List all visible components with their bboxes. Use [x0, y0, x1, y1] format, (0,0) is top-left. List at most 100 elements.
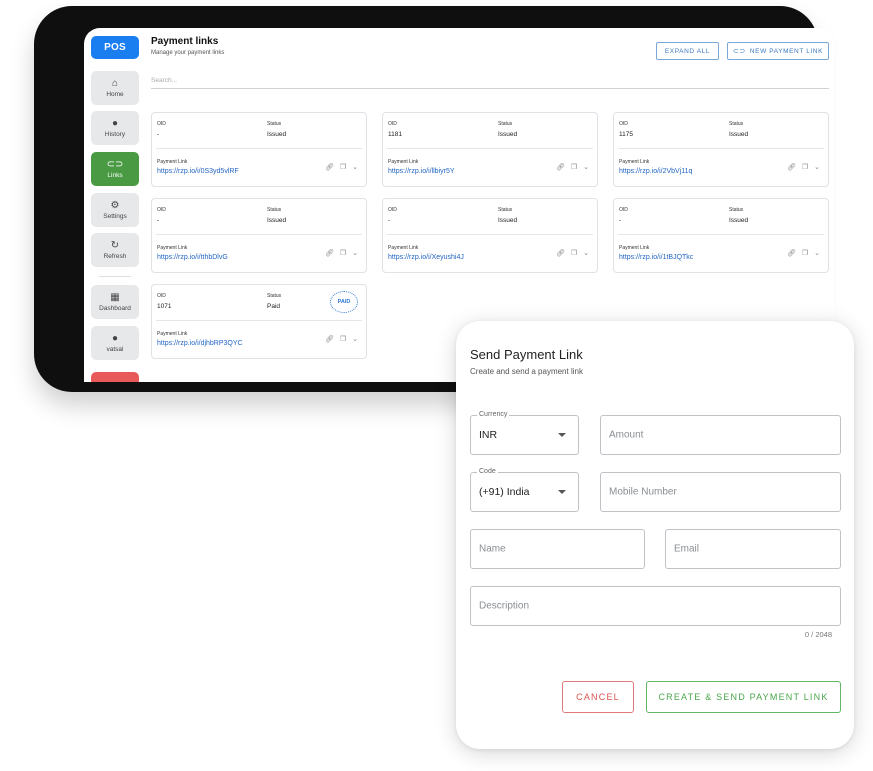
link-icon[interactable]: 🔗︎ [787, 163, 796, 171]
card-divider [618, 234, 824, 235]
sidebar-item-label: Links [107, 172, 123, 179]
paid-stamp: PAID [330, 291, 358, 313]
currency-value: INR [479, 429, 498, 441]
card-actions: 🔗︎ ❐ ⌄ [325, 335, 358, 343]
chevron-down-icon[interactable]: ⌄ [352, 249, 358, 257]
status-value: Issued [267, 131, 287, 138]
copy-icon[interactable]: ❐ [571, 249, 577, 257]
oid-value: 1071 [157, 303, 172, 310]
character-counter: 0 / 2048 [804, 630, 832, 639]
status-value: Issued [498, 217, 518, 224]
payment-link-url[interactable]: https://rzp.io/i/tthbDlvG [157, 254, 228, 261]
card-divider [156, 148, 362, 149]
description-input[interactable]: Description [470, 586, 841, 626]
search-input[interactable] [151, 73, 829, 89]
link-icon[interactable]: 🔗︎ [325, 249, 334, 257]
cancel-button[interactable]: CANCEL [562, 681, 634, 713]
new-payment-link-label: NEW PAYMENT LINK [749, 47, 824, 55]
payment-link-card: OID 1175 Status Issued Payment Link http… [613, 112, 829, 187]
copy-icon[interactable]: ❐ [571, 163, 577, 171]
pos-brand-button[interactable]: POS [91, 36, 139, 59]
payment-link-label: Payment Link [157, 245, 188, 251]
sidebar-item-links[interactable]: ⊂⊃ Links [91, 152, 139, 186]
link-icon[interactable]: 🔗︎ [325, 163, 334, 171]
card-actions: 🔗︎ ❐ ⌄ [787, 163, 820, 171]
link-icon[interactable]: 🔗︎ [556, 249, 565, 257]
oid-label: OID [619, 207, 628, 213]
status-label: Status [729, 207, 744, 213]
chevron-down-icon[interactable]: ⌄ [352, 335, 358, 343]
country-code-select[interactable]: Code (+91) India [470, 468, 579, 512]
card-divider [387, 234, 593, 235]
payment-link-card: OID - Status Issued Payment Link https:/… [613, 198, 829, 273]
copy-icon[interactable]: ❐ [340, 163, 346, 171]
link-icon[interactable]: 🔗︎ [325, 335, 334, 343]
link-icon[interactable]: 🔗︎ [556, 163, 565, 171]
payment-link-label: Payment Link [388, 245, 419, 251]
sidebar-item-refresh[interactable]: ↻ Refresh [91, 233, 139, 267]
payment-link-card: OID - Status Issued Payment Link https:/… [151, 198, 367, 273]
expand-all-button[interactable]: EXPAND ALL [656, 42, 719, 60]
status-value: Issued [729, 131, 749, 138]
oid-label: OID [157, 293, 166, 299]
mobile-number-input[interactable]: Mobile Number [600, 472, 841, 512]
payment-link-label: Payment Link [388, 159, 419, 165]
sidebar-item-label: vatsal [106, 346, 124, 353]
payment-link-url[interactable]: https://rzp.io/i/djhbRP3QYC [157, 340, 243, 347]
payment-link-card: OID 1071 Status Paid PAID Payment Link h… [151, 284, 367, 359]
oid-value: - [157, 217, 160, 224]
sidebar-item-dashboard[interactable]: ▦ Dashboard [91, 285, 139, 319]
chevron-down-icon[interactable]: ⌄ [583, 249, 589, 257]
user-icon: ● [111, 333, 119, 344]
payment-link-url[interactable]: https://rzp.io/i/llbiyr5Y [388, 168, 455, 175]
card-divider [387, 148, 593, 149]
card-actions: 🔗︎ ❐ ⌄ [556, 163, 589, 171]
status-value: Paid [267, 303, 281, 310]
oid-label: OID [388, 207, 397, 213]
status-label: Status [267, 121, 282, 127]
chevron-down-icon[interactable]: ⌄ [814, 163, 820, 171]
status-label: Status [498, 207, 513, 213]
sidebar-item-user[interactable]: ● vatsal [91, 326, 139, 360]
oid-label: OID [619, 121, 628, 127]
chevron-down-icon[interactable]: ⌄ [814, 249, 820, 257]
sidebar: POS ⌂ Home ● History ⊂⊃ Links ⚙ Settings… [91, 36, 139, 382]
payment-link-url[interactable]: https://rzp.io/i/0S3yd5vlRF [157, 168, 239, 175]
copy-icon[interactable]: ❐ [340, 335, 346, 343]
card-divider [156, 234, 362, 235]
payment-link-card: OID - Status Issued Payment Link https:/… [151, 112, 367, 187]
card-actions: 🔗︎ ❐ ⌄ [325, 249, 358, 257]
status-label: Status [267, 207, 282, 213]
status-value: Issued [267, 217, 287, 224]
send-payment-link-dialog: Send Payment Link Create and send a paym… [456, 321, 854, 749]
currency-select[interactable]: Currency INR [470, 411, 579, 455]
sidebar-item-history[interactable]: ● History [91, 111, 139, 145]
payment-link-url[interactable]: https://rzp.io/i/1tBJQTkc [619, 254, 693, 261]
new-payment-link-button[interactable]: ⊂⊃ NEW PAYMENT LINK [727, 42, 829, 60]
status-label: Status [729, 121, 744, 127]
email-input[interactable]: Email [665, 529, 841, 569]
link-icon[interactable]: 🔗︎ [787, 249, 796, 257]
currency-label: Currency [477, 411, 510, 418]
page-subtitle: Manage your payment links [151, 50, 225, 56]
chevron-down-icon[interactable]: ⌄ [583, 163, 589, 171]
copy-icon[interactable]: ❐ [802, 249, 808, 257]
sidebar-item-label: Home [106, 91, 124, 98]
card-actions: 🔗︎ ❐ ⌄ [325, 163, 358, 171]
status-label: Status [267, 293, 282, 299]
logout-button[interactable] [91, 372, 139, 382]
sidebar-item-settings[interactable]: ⚙ Settings [91, 193, 139, 227]
create-send-payment-link-button[interactable]: CREATE & SEND PAYMENT LINK [646, 681, 841, 713]
chevron-down-icon[interactable]: ⌄ [352, 163, 358, 171]
copy-icon[interactable]: ❐ [802, 163, 808, 171]
name-input[interactable]: Name [470, 529, 645, 569]
oid-value: - [157, 131, 160, 138]
copy-icon[interactable]: ❐ [340, 249, 346, 257]
sidebar-item-home[interactable]: ⌂ Home [91, 71, 139, 105]
payment-link-url[interactable]: https://rzp.io/i/2VbVj11q [619, 168, 692, 175]
payment-link-url[interactable]: https://rzp.io/i/Xeyushi4J [388, 254, 464, 261]
page-title: Payment links [151, 36, 219, 47]
payment-link-card: OID 1181 Status Issued Payment Link http… [382, 112, 598, 187]
code-value: (+91) India [479, 486, 530, 498]
amount-input[interactable]: Amount [600, 415, 841, 455]
